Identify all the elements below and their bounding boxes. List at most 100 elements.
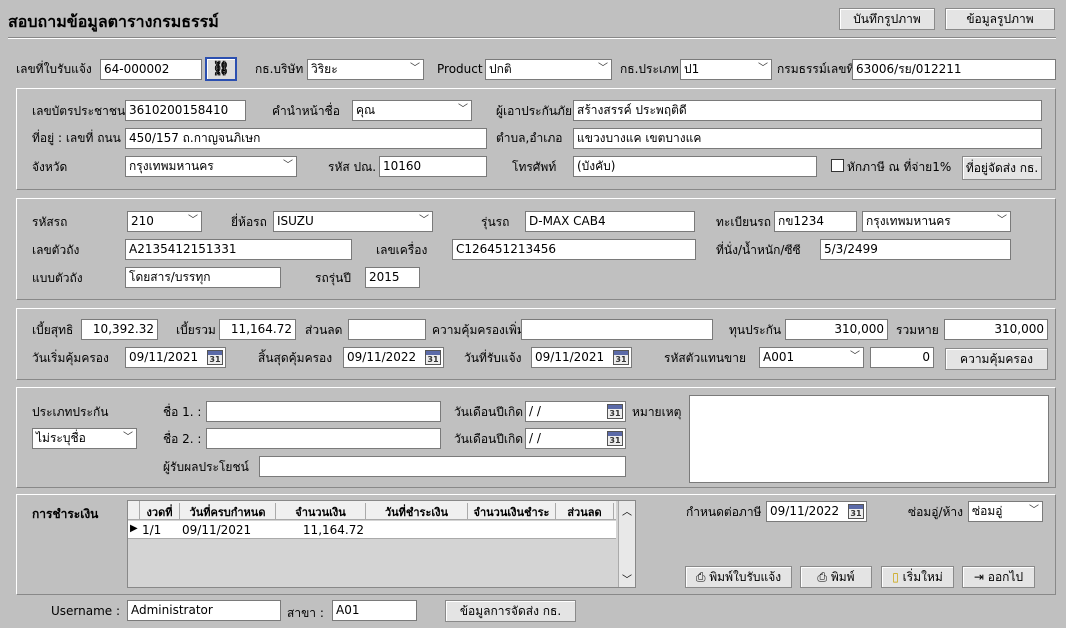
notice-date-label: วันที่รับแจ้ง xyxy=(464,351,522,365)
col-header[interactable]: วันที่ครบกำหนด xyxy=(180,503,276,520)
total-premium-field[interactable]: 11,164.72 xyxy=(219,319,296,340)
prefix-select[interactable]: คุณ ﹀ xyxy=(352,100,472,121)
start-date-label: วันเริ่มคุ้มครอง xyxy=(32,351,109,365)
notice-no-field[interactable]: 64-000002 xyxy=(100,59,202,80)
address-label: ที่อยู่ : เลขที่ ถนน xyxy=(32,131,121,145)
extra-coverage-field[interactable] xyxy=(521,319,713,340)
receiver-field[interactable] xyxy=(259,456,626,477)
calendar-icon[interactable]: 31 xyxy=(613,350,629,365)
printer-icon: ⎙ xyxy=(695,570,710,584)
address-field[interactable]: 450/157 ถ.กาญจนภิเษก xyxy=(125,128,487,149)
seats-field[interactable]: 5/3/2499 xyxy=(820,239,1011,260)
district-field[interactable]: แขวงบางแค เขตบางแค xyxy=(573,128,1042,149)
insurance-type-select[interactable]: ไม่ระบุชื่อ ﹀ xyxy=(32,428,137,449)
dob2-label: วันเดือนปีเกิด xyxy=(454,432,524,446)
payment-table[interactable]: งวดที่ วันที่ครบกำหนด จำนวนเงิน วันที่ชำ… xyxy=(127,500,636,588)
type-select[interactable]: ป1 ﹀ xyxy=(680,59,772,80)
prefix-label: คำนำหน้าชื่อ xyxy=(272,104,340,118)
province-select[interactable]: กรุงเทพมหานคร ﹀ xyxy=(125,156,297,177)
tax-checkbox[interactable] xyxy=(831,159,844,172)
print-notice-button[interactable]: ⎙ พิมพ์ใบรับแจ้ง xyxy=(685,566,792,588)
insured-name-field[interactable]: สร้างสรรค์ ประพฤติดี xyxy=(573,100,1042,121)
product-select[interactable]: ปกติ ﹀ xyxy=(485,59,612,80)
plate-province-select[interactable]: กรุงเทพมหานคร ﹀ xyxy=(862,211,1011,232)
dob1-field[interactable]: / / 31 xyxy=(525,401,626,422)
col-header[interactable]: จำนวนเงิน xyxy=(276,503,366,520)
calendar-icon[interactable]: 31 xyxy=(207,350,223,365)
name2-label: ชื่อ 2. : xyxy=(163,432,202,446)
model-field[interactable]: D-MAX CAB4 xyxy=(525,211,695,232)
search-button[interactable]: ⛓ xyxy=(205,57,237,81)
tax-due-label: กำหนดต่อภาษี xyxy=(686,505,762,519)
name1-field[interactable] xyxy=(206,401,441,422)
col-header[interactable]: ส่วนลด xyxy=(556,503,614,520)
agent-value: A001 xyxy=(763,350,795,364)
exit-label: ออกไป xyxy=(987,570,1024,584)
company-select[interactable]: วิริยะ ﹀ xyxy=(307,59,424,80)
phone-field[interactable]: (บังคับ) xyxy=(573,156,817,177)
sum-insured-field[interactable]: 310,000 xyxy=(785,319,888,340)
col-header[interactable]: จำนวนเงินชำระ xyxy=(468,503,556,520)
row-pointer-icon: ▶ xyxy=(130,523,138,534)
username-label: Username : xyxy=(51,604,121,618)
calendar-icon[interactable]: 31 xyxy=(607,431,623,446)
row-indicator-header xyxy=(128,501,140,520)
col-header[interactable]: งวดที่ xyxy=(140,503,180,520)
table-scrollbar[interactable]: ︿ ﹀ xyxy=(618,501,635,587)
phone-label: โทรศัพท์ xyxy=(512,160,557,174)
id-field[interactable]: 3610200158410 xyxy=(125,100,246,121)
print-label: พิมพ์ xyxy=(830,570,855,584)
start-date-field[interactable]: 09/11/2021 31 xyxy=(125,347,226,368)
calendar-icon[interactable]: 31 xyxy=(607,404,623,419)
dob2-field[interactable]: / / 31 xyxy=(525,428,626,449)
print-notice-label: พิมพ์ใบรับแจ้ง xyxy=(709,570,782,584)
policy-no-field[interactable]: 63006/รย/012211 xyxy=(852,59,1056,80)
year-label: รถรุ่นปี xyxy=(315,271,351,285)
new-button[interactable]: ▯ เริ่มใหม่ xyxy=(881,566,954,588)
vehicle-code-select[interactable]: 210 ﹀ xyxy=(127,211,202,232)
name2-field[interactable] xyxy=(206,428,441,449)
col-header[interactable]: วันที่ชำระเงิน xyxy=(366,503,468,520)
body-field[interactable]: โดยสาร/บรรทุก xyxy=(125,267,281,288)
note-field[interactable] xyxy=(689,395,1049,483)
year-field[interactable]: 2015 xyxy=(365,267,420,288)
start-date-value: 09/11/2021 xyxy=(129,350,199,364)
total-loss-field[interactable]: 310,000 xyxy=(944,319,1048,340)
discount-field[interactable] xyxy=(348,319,426,340)
insurance-type-value: ไม่ระบุชื่อ xyxy=(36,431,86,445)
tax-due-field[interactable]: 09/11/2022 31 xyxy=(766,501,867,522)
district-label: ตำบล,อำเภอ xyxy=(496,131,563,145)
agent-number-field[interactable]: 0 xyxy=(870,347,934,368)
image-info-button[interactable]: ข้อมูลรูปภาพ xyxy=(945,8,1055,30)
postcode-field[interactable]: 10160 xyxy=(379,156,487,177)
cell-due: 09/11/2021 xyxy=(182,523,252,537)
type-value: ป1 xyxy=(684,62,700,76)
calendar-icon[interactable]: 31 xyxy=(848,504,864,519)
calendar-icon[interactable]: 31 xyxy=(425,350,441,365)
net-premium-label: เบี้ยสุทธิ xyxy=(32,323,74,337)
scroll-down-icon[interactable]: ﹀ xyxy=(622,571,632,586)
net-premium-field[interactable]: 10,392.32 xyxy=(81,319,158,340)
agent-select[interactable]: A001 ﹀ xyxy=(759,347,864,368)
coverage-button[interactable]: ความคุ้มครอง xyxy=(945,348,1048,370)
print-button[interactable]: ⎙ พิมพ์ xyxy=(800,566,872,588)
delivery-address-button[interactable]: ที่อยู่จัดส่ง กธ. xyxy=(962,156,1042,180)
branch-field[interactable]: A01 xyxy=(332,600,417,621)
brand-select[interactable]: ISUZU ﹀ xyxy=(273,211,433,232)
company-label: กธ.บริษัท xyxy=(255,62,304,76)
printer-icon: ⎙ xyxy=(817,570,831,584)
end-date-field[interactable]: 09/11/2022 31 xyxy=(343,347,444,368)
plate-field[interactable]: กข1234 xyxy=(774,211,857,232)
repair-select[interactable]: ซ่อมอู่ ﹀ xyxy=(968,501,1043,522)
username-field[interactable]: Administrator xyxy=(127,600,281,621)
notice-date-field[interactable]: 09/11/2021 31 xyxy=(531,347,632,368)
chassis-field[interactable]: A2135412151331 xyxy=(125,239,352,260)
brand-label: ยี่ห้อรถ xyxy=(231,215,267,229)
engine-field[interactable]: C126451213456 xyxy=(452,239,696,260)
exit-button[interactable]: ⇥ ออกไป xyxy=(962,566,1035,588)
scroll-up-icon[interactable]: ︿ xyxy=(622,503,632,518)
repair-value: ซ่อมอู่ xyxy=(972,504,1003,518)
save-image-button[interactable]: บันทึกรูปภาพ xyxy=(839,8,935,30)
table-row[interactable]: ▶ 1/1 09/11/2021 11,164.72 xyxy=(128,521,616,539)
delivery-info-button[interactable]: ข้อมูลการจัดส่ง กธ. xyxy=(445,600,576,622)
